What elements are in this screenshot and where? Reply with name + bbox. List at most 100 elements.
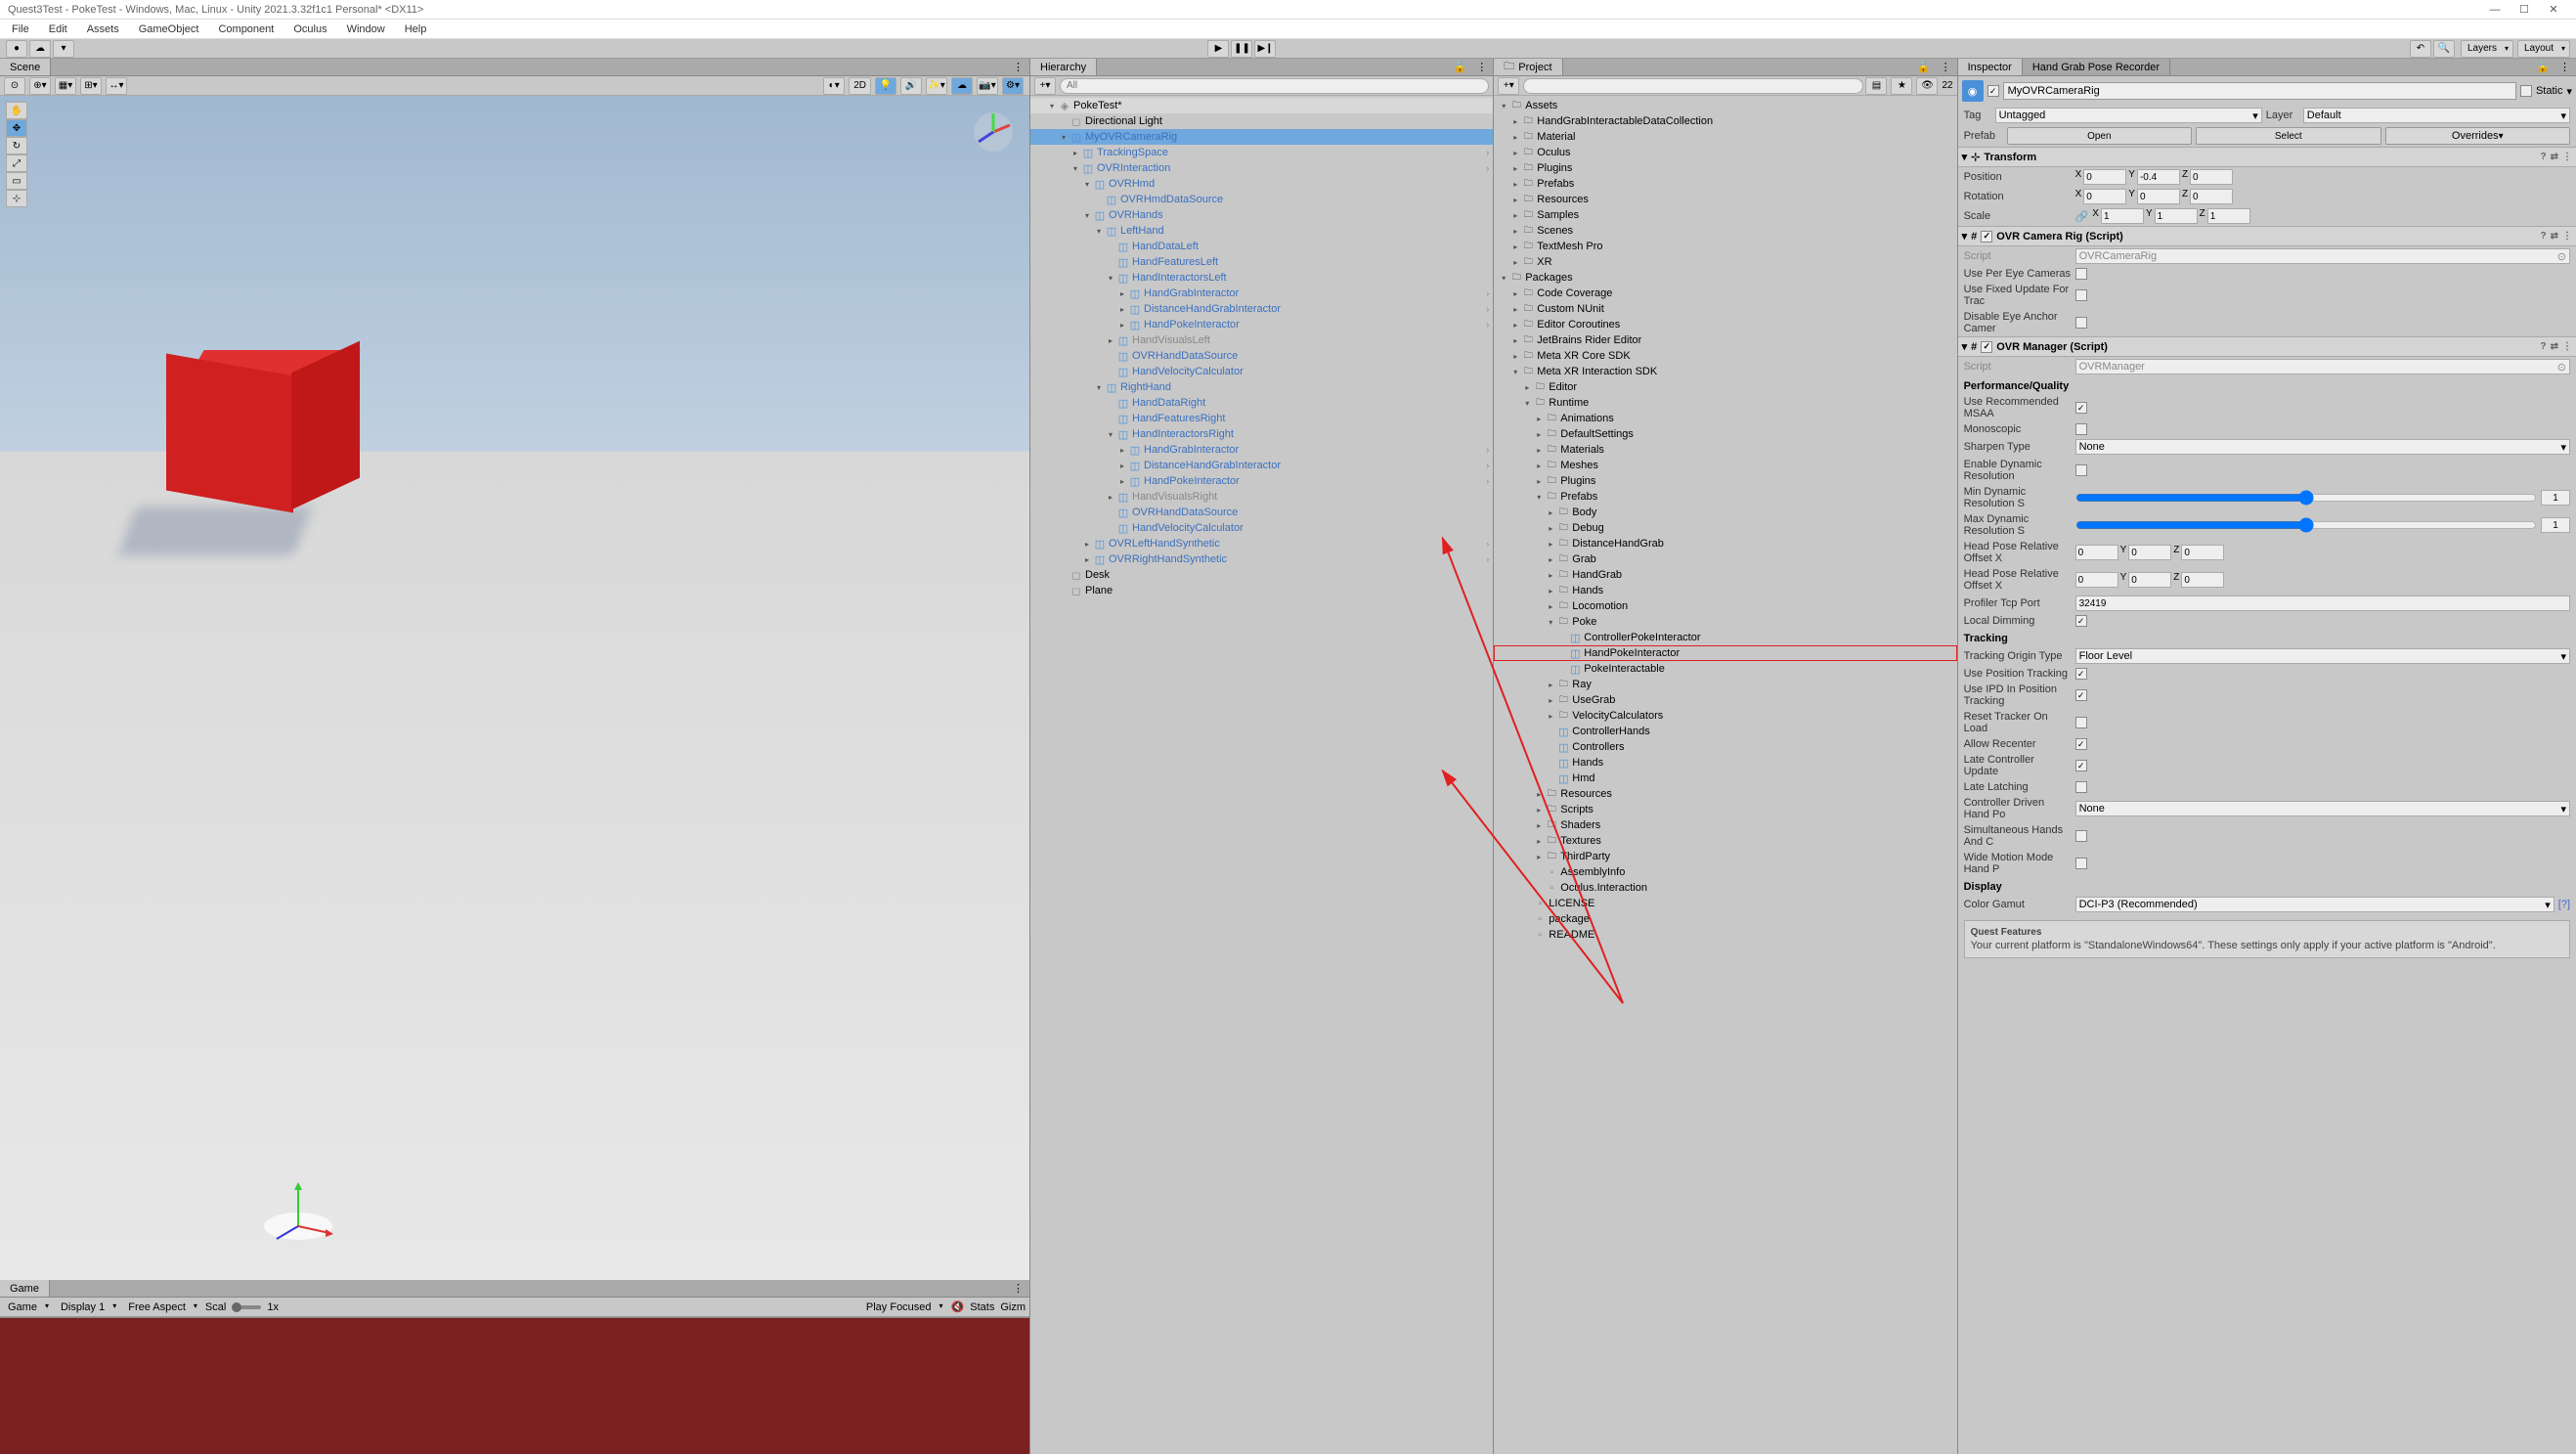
tree-row[interactable]: ▾🗀Meta XR Interaction SDK: [1494, 364, 1956, 379]
project-hidden-icon[interactable]: 👁: [1916, 77, 1938, 95]
cloud-icon[interactable]: ☁: [29, 40, 51, 58]
tree-row[interactable]: ▸🗀Locomotion: [1494, 598, 1956, 614]
foldout-icon[interactable]: ▸: [1116, 305, 1128, 314]
minimize-button[interactable]: —: [2480, 4, 2510, 16]
foldout-icon[interactable]: ▸: [1509, 305, 1521, 314]
playfocused-dropdown[interactable]: Play Focused: [862, 1301, 945, 1313]
prefab-arrow-icon[interactable]: ›: [1486, 288, 1489, 298]
stats-toggle[interactable]: Stats: [970, 1301, 994, 1313]
foldout-icon[interactable]: ▾: [1509, 368, 1521, 376]
foldout-icon[interactable]: ▾: [1105, 430, 1116, 439]
hierarchy-menu-icon[interactable]: ⋮: [1470, 59, 1493, 75]
tree-row[interactable]: ▸◫OVRRightHandSynthetic›: [1030, 551, 1493, 567]
hierarchy-tree[interactable]: ▾◈PokeTest*◻Directional Light▾◫MyOVRCame…: [1030, 96, 1493, 1454]
mindyn-slider[interactable]: [2075, 490, 2537, 506]
msaa-checkbox[interactable]: [2075, 402, 2087, 414]
project-add-button[interactable]: +▾: [1498, 77, 1519, 95]
prefab-arrow-icon[interactable]: ›: [1486, 148, 1489, 157]
foldout-icon[interactable]: ▸: [1533, 837, 1545, 846]
tree-row[interactable]: ◫ControllerPokeInteractor: [1494, 630, 1956, 645]
pos-y[interactable]: [2137, 169, 2180, 185]
increment-icon[interactable]: ↔▾: [106, 77, 127, 95]
rot-z[interactable]: [2190, 189, 2233, 204]
gizmos-toggle[interactable]: Gizm: [1000, 1301, 1026, 1313]
foldout-icon[interactable]: ▸: [1509, 336, 1521, 345]
sharpen-dropdown[interactable]: None▾: [2075, 439, 2570, 455]
latectrl-checkbox[interactable]: [2075, 760, 2087, 771]
tree-row[interactable]: ◫Hands: [1494, 755, 1956, 771]
search-icon[interactable]: 🔍: [2433, 40, 2455, 58]
use-fixed-checkbox[interactable]: [2075, 289, 2087, 301]
foldout-icon[interactable]: ▾: [1521, 399, 1533, 408]
tree-row[interactable]: ▾🗀Runtime: [1494, 395, 1956, 411]
menu-component[interactable]: Component: [210, 22, 282, 37]
foldout-icon[interactable]: ▸: [1533, 415, 1545, 423]
menu-file[interactable]: File: [4, 22, 37, 37]
tree-row[interactable]: ▾🗀Assets: [1494, 98, 1956, 113]
maxdyn-value[interactable]: [2541, 517, 2570, 533]
hp1-z[interactable]: [2181, 545, 2224, 560]
hp2-y[interactable]: [2128, 572, 2171, 588]
tree-row[interactable]: ▸🗀Meta XR Core SDK: [1494, 348, 1956, 364]
tree-row[interactable]: ◻Plane: [1030, 583, 1493, 598]
foldout-icon[interactable]: ▸: [1533, 462, 1545, 470]
tree-row[interactable]: ▸🗀Code Coverage: [1494, 286, 1956, 301]
tree-row[interactable]: ▸◫HandGrabInteractor›: [1030, 286, 1493, 301]
tree-row[interactable]: ▸🗀Animations: [1494, 411, 1956, 426]
rot-x[interactable]: [2083, 189, 2126, 204]
project-tree[interactable]: ▾🗀Assets▸🗀HandGrabInteractableDataCollec…: [1494, 96, 1956, 1454]
manager-header[interactable]: ▾ # OVR Manager (Script) ? ⇄ ⋮: [1958, 336, 2576, 357]
pivot-icon[interactable]: ⊕▾: [29, 77, 51, 95]
ctrldriven-dropdown[interactable]: None▾: [2075, 801, 2570, 816]
tree-row[interactable]: ◫Hmd: [1494, 771, 1956, 786]
tree-row[interactable]: ◫HandVelocityCalculator: [1030, 364, 1493, 379]
tree-row[interactable]: ▾🗀Packages: [1494, 270, 1956, 286]
gizmos-icon[interactable]: ⚙▾: [1002, 77, 1024, 95]
tree-row[interactable]: ▸🗀XR: [1494, 254, 1956, 270]
tree-row[interactable]: ▾◈PokeTest*: [1030, 98, 1493, 113]
tree-row[interactable]: ▫package: [1494, 911, 1956, 927]
foldout-icon[interactable]: ▸: [1545, 571, 1556, 580]
tree-row[interactable]: ▸🗀Materials: [1494, 442, 1956, 458]
foldout-icon[interactable]: ▾: [1545, 618, 1556, 627]
foldout-icon[interactable]: ▾: [1105, 274, 1116, 283]
scale-z[interactable]: [2207, 208, 2250, 224]
tree-row[interactable]: ◫HandFeaturesLeft: [1030, 254, 1493, 270]
foldout-icon[interactable]: ▸: [1509, 117, 1521, 126]
tree-row[interactable]: ▾◫HandInteractorsLeft: [1030, 270, 1493, 286]
scene-view[interactable]: ✋ ✥ ↻ ⤢ ▭ ⊹: [0, 96, 1029, 1280]
foldout-icon[interactable]: ▸: [1116, 462, 1128, 470]
foldout-icon[interactable]: ▾: [1093, 383, 1105, 392]
rect-tool[interactable]: ▭: [6, 172, 27, 190]
tree-row[interactable]: ▾◫MyOVRCameraRig: [1030, 129, 1493, 145]
handgrab-recorder-tab[interactable]: Hand Grab Pose Recorder: [2023, 59, 2170, 75]
rot-y[interactable]: [2137, 189, 2180, 204]
hp2-x[interactable]: [2075, 572, 2118, 588]
tree-row[interactable]: ▫LICENSE: [1494, 896, 1956, 911]
layers-dropdown[interactable]: Layers: [2461, 40, 2513, 58]
widemotion-checkbox[interactable]: [2075, 858, 2087, 869]
tree-row[interactable]: ▸🗀Plugins: [1494, 160, 1956, 176]
camerarig-header[interactable]: ▾ # OVR Camera Rig (Script) ? ⇄ ⋮: [1958, 226, 2576, 246]
simhands-checkbox[interactable]: [2075, 830, 2087, 842]
foldout-icon[interactable]: ▸: [1545, 696, 1556, 705]
foldout-icon[interactable]: ▸: [1545, 524, 1556, 533]
display-dropdown[interactable]: Display 1: [57, 1301, 118, 1313]
hp1-y[interactable]: [2128, 545, 2171, 560]
project-menu-icon[interactable]: ⋮: [1935, 59, 1957, 75]
foldout-icon[interactable]: ▸: [1509, 289, 1521, 298]
foldout-icon[interactable]: ▾: [1093, 227, 1105, 236]
tree-row[interactable]: ▸🗀ThirdParty: [1494, 849, 1956, 864]
foldout-icon[interactable]: ▸: [1545, 712, 1556, 721]
foldout-icon[interactable]: ▾: [1962, 340, 1968, 353]
tree-row[interactable]: ▸🗀JetBrains Rider Editor: [1494, 332, 1956, 348]
tree-row[interactable]: ▸🗀VelocityCalculators: [1494, 708, 1956, 724]
tree-row[interactable]: ▸◫HandPokeInteractor›: [1030, 317, 1493, 332]
component-menu-icon[interactable]: ⋮: [2562, 152, 2572, 162]
tree-row[interactable]: ▸🗀Ray: [1494, 677, 1956, 692]
game-dropdown[interactable]: Game: [4, 1301, 51, 1313]
undo-history-icon[interactable]: ↶: [2410, 40, 2431, 58]
tree-row[interactable]: ▸🗀Meshes: [1494, 458, 1956, 473]
hierarchy-tab[interactable]: Hierarchy: [1030, 59, 1097, 75]
tree-row[interactable]: ▾🗀Prefabs: [1494, 489, 1956, 505]
